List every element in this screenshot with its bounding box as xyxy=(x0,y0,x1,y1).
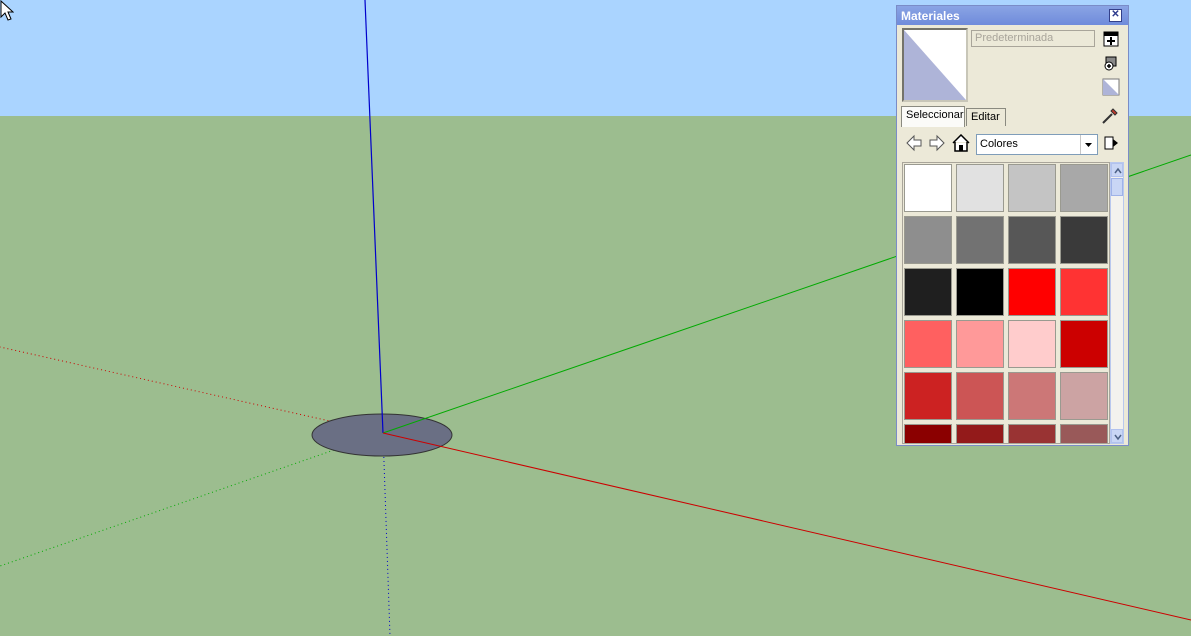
tab-seleccionar[interactable]: Seleccionar xyxy=(901,106,965,127)
scroll-down-icon xyxy=(1114,434,1122,441)
color-swatch[interactable] xyxy=(904,268,952,316)
color-swatch[interactable] xyxy=(1008,164,1056,212)
material-preview[interactable] xyxy=(902,28,968,102)
color-swatch[interactable] xyxy=(956,424,1004,443)
scroll-up-icon xyxy=(1114,167,1122,174)
details-icon[interactable] xyxy=(1102,134,1120,152)
scroll-down-button[interactable] xyxy=(1111,429,1123,443)
collection-dropdown[interactable]: Colores xyxy=(976,134,1098,155)
color-swatch[interactable] xyxy=(1008,216,1056,264)
collection-navigation: Colores xyxy=(901,130,1125,156)
color-swatch[interactable] xyxy=(1008,372,1056,420)
panel-title: Materiales xyxy=(901,9,960,23)
close-icon: ✕ xyxy=(1111,9,1120,20)
chevron-down-icon xyxy=(1085,143,1092,147)
scroll-thumb[interactable] xyxy=(1111,178,1123,196)
color-swatch[interactable] xyxy=(1060,320,1108,368)
color-swatch[interactable] xyxy=(904,372,952,420)
color-swatch[interactable] xyxy=(1008,268,1056,316)
color-swatch[interactable] xyxy=(1060,216,1108,264)
back-icon[interactable] xyxy=(905,134,923,152)
color-swatch[interactable] xyxy=(904,216,952,264)
swatch-grid[interactable] xyxy=(902,162,1110,444)
color-swatch[interactable] xyxy=(904,424,952,443)
tab-bar: Seleccionar Editar xyxy=(901,105,1127,127)
eyedropper-icon[interactable] xyxy=(1100,106,1120,126)
color-swatch[interactable] xyxy=(1060,424,1108,443)
default-material-swatch xyxy=(904,30,966,100)
color-swatch[interactable] xyxy=(1060,164,1108,212)
close-button[interactable]: ✕ xyxy=(1109,9,1122,22)
forward-icon[interactable] xyxy=(928,134,946,152)
tab-label: Editar xyxy=(971,111,1000,123)
scroll-up-button[interactable] xyxy=(1111,163,1123,177)
material-name-placeholder: Predeterminada xyxy=(975,32,1054,44)
panel-title-bar[interactable]: Materiales ✕ xyxy=(897,6,1128,25)
home-icon[interactable] xyxy=(952,134,970,152)
material-name-field[interactable]: Predeterminada xyxy=(971,30,1095,47)
color-swatch[interactable] xyxy=(956,320,1004,368)
color-swatch[interactable] xyxy=(904,164,952,212)
dropdown-arrow[interactable] xyxy=(1080,135,1097,154)
color-swatch[interactable] xyxy=(1008,424,1056,443)
sample-paint-icon[interactable] xyxy=(1102,54,1120,72)
materials-panel[interactable]: Materiales ✕ Predeterminada Seleccionar … xyxy=(896,5,1129,446)
tab-label: Seleccionar xyxy=(906,109,964,121)
default-material-icon[interactable] xyxy=(1102,78,1120,96)
color-swatch[interactable] xyxy=(904,320,952,368)
color-swatch[interactable] xyxy=(1008,320,1056,368)
color-swatch[interactable] xyxy=(956,216,1004,264)
color-swatch[interactable] xyxy=(1060,268,1108,316)
mouse-cursor-icon xyxy=(0,0,14,21)
create-material-icon[interactable] xyxy=(1102,30,1120,48)
collection-value: Colores xyxy=(980,138,1018,150)
color-swatch[interactable] xyxy=(1060,372,1108,420)
color-swatch[interactable] xyxy=(956,164,1004,212)
swatch-scrollbar[interactable] xyxy=(1110,162,1124,444)
tab-editar[interactable]: Editar xyxy=(966,108,1006,126)
color-swatch[interactable] xyxy=(956,372,1004,420)
color-swatch[interactable] xyxy=(956,268,1004,316)
